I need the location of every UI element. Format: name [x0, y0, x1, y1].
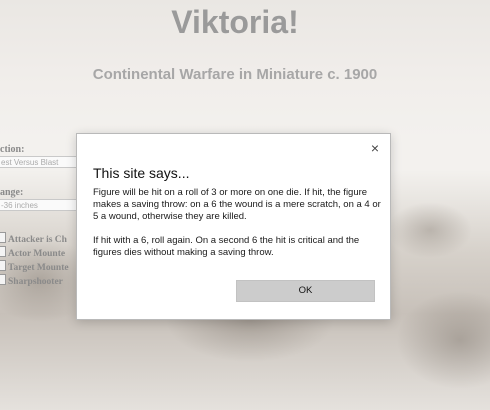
dialog-message: Figure will be hit on a roll of 3 or mor…	[93, 187, 381, 270]
ok-button[interactable]: OK	[236, 280, 375, 302]
dialog-overlay: × This site says... Figure will be hit o…	[0, 0, 490, 410]
alert-dialog: × This site says... Figure will be hit o…	[76, 133, 391, 320]
dialog-message-paragraph: Figure will be hit on a roll of 3 or mor…	[93, 187, 381, 223]
close-icon[interactable]: ×	[368, 141, 382, 155]
dialog-message-paragraph: If hit with a 6, roll again. On a second…	[93, 234, 360, 258]
dialog-title: This site says...	[93, 165, 190, 181]
